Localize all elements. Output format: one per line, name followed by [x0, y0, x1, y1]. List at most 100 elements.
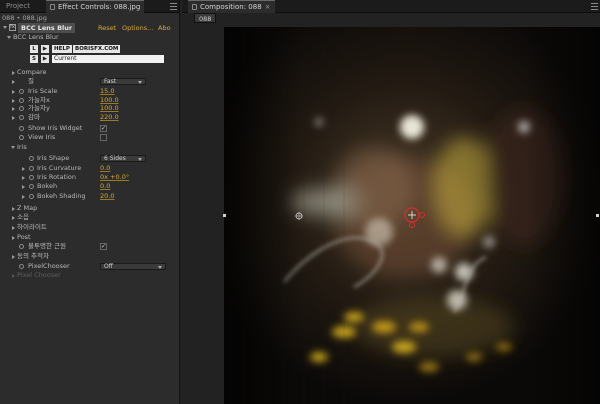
- param-row-aspect-y: 가늘자y 100.0: [0, 104, 180, 113]
- param-label: Iris Curvature: [37, 164, 82, 172]
- stopwatch-icon[interactable]: [29, 156, 34, 161]
- left-tab-bar: Project Effect Controls: 088.jpg: [0, 0, 179, 13]
- expand-triangle-icon[interactable]: [12, 107, 15, 111]
- borisfx-link-button[interactable]: BORISFX.COM: [73, 45, 121, 53]
- param-row-gain: 감마 220.0: [0, 113, 180, 122]
- iris-scale-value[interactable]: 15.0: [100, 87, 114, 96]
- stopwatch-icon[interactable]: [19, 98, 24, 103]
- expand-triangle-icon[interactable]: [12, 71, 15, 75]
- param-label: Pixel Chooser: [17, 271, 61, 279]
- breadcrumb: 088 • 088.jpg: [2, 14, 47, 22]
- iris-curvature-value[interactable]: 0.0: [100, 164, 110, 173]
- composition-viewer[interactable]: [224, 27, 600, 404]
- gain-value[interactable]: 220.0: [100, 113, 119, 122]
- expand-triangle-icon[interactable]: [12, 216, 15, 220]
- param-label: 가늘자y: [28, 104, 50, 112]
- about-button[interactable]: Abo: [158, 23, 171, 33]
- expand-triangle-icon[interactable]: [22, 167, 25, 171]
- param-row-iris-scale: Iris Scale 15.0: [0, 87, 180, 96]
- expand-triangle-icon[interactable]: [12, 99, 15, 103]
- iris-rotate-handle-icon[interactable]: [419, 212, 425, 218]
- reset-button[interactable]: Reset: [98, 23, 116, 33]
- param-group-noise: 소음: [0, 213, 180, 222]
- expand-triangle-icon[interactable]: [12, 116, 15, 120]
- stopwatch-icon[interactable]: [29, 184, 34, 189]
- anchor-point-icon[interactable]: [295, 212, 303, 220]
- stopwatch-icon[interactable]: [19, 264, 24, 269]
- lock-icon[interactable]: [50, 4, 55, 10]
- expand-triangle-icon[interactable]: [22, 195, 25, 199]
- collapse-triangle-icon[interactable]: [3, 26, 7, 29]
- pixel-chooser-dropdown[interactable]: Off: [100, 263, 166, 270]
- stopwatch-icon[interactable]: [19, 106, 24, 111]
- layer-handle-left[interactable]: [223, 214, 226, 217]
- show-iris-widget-checkbox[interactable]: ✓: [100, 125, 107, 132]
- tab-composition-label: Composition: 088: [200, 3, 262, 11]
- effect-controls-panel: Project Effect Controls: 088.jpg 088 • 0…: [0, 0, 180, 404]
- expand-triangle-icon[interactable]: [22, 176, 25, 180]
- tab-composition[interactable]: Composition: 088 ×: [188, 0, 275, 13]
- stopwatch-icon[interactable]: [19, 126, 24, 131]
- stopwatch-icon[interactable]: [19, 244, 24, 249]
- right-tab-bar: Composition: 088 ×: [182, 0, 600, 13]
- param-row-compare: Compare: [0, 68, 180, 77]
- lock-icon[interactable]: [192, 4, 197, 10]
- bokeh-value[interactable]: 0.0: [100, 182, 110, 191]
- stopwatch-icon[interactable]: [19, 89, 24, 94]
- panel-menu-icon[interactable]: [170, 3, 177, 10]
- aspect-y-value[interactable]: 100.0: [100, 104, 119, 113]
- expand-triangle-icon[interactable]: [12, 90, 15, 94]
- options-button[interactable]: Options...: [122, 23, 153, 33]
- stopwatch-icon[interactable]: [29, 166, 34, 171]
- param-label: 감마: [28, 113, 40, 121]
- group-label: Post: [17, 233, 31, 241]
- composition-sub-tab[interactable]: 088: [194, 13, 217, 23]
- quality-dropdown[interactable]: Fast: [100, 78, 146, 85]
- param-label: PixelChooser: [28, 262, 70, 270]
- iris-shape-dropdown[interactable]: 6 Sides: [100, 155, 146, 162]
- expand-triangle-icon[interactable]: [12, 236, 15, 240]
- preset-arrow-icon[interactable]: ▶: [41, 55, 49, 63]
- current-preset-field[interactable]: Current: [52, 55, 164, 63]
- param-row-pixel-chooser-disabled: Pixel Chooser: [0, 271, 180, 280]
- iris-rotation-value[interactable]: 0x +0.0°: [100, 173, 129, 182]
- iris-scale-handle-icon[interactable]: [409, 222, 415, 228]
- view-iris-checkbox[interactable]: [100, 134, 107, 141]
- effect-name[interactable]: BCC Lens Blur: [18, 23, 76, 33]
- collapse-triangle-icon[interactable]: [7, 36, 11, 39]
- expand-triangle-icon: [12, 274, 15, 278]
- collapse-triangle-icon[interactable]: [11, 146, 15, 149]
- tab-project[interactable]: Project: [2, 0, 34, 13]
- param-row-bokeh-shading: Bokeh Shading 20.0: [0, 192, 180, 201]
- preset-arrow-icon[interactable]: ▶: [41, 45, 49, 53]
- param-label: Bokeh Shading: [37, 192, 86, 200]
- tab-effect-controls[interactable]: Effect Controls: 088.jpg: [46, 0, 145, 13]
- param-group-motion-tracker: 동의 추적자: [0, 252, 180, 261]
- expand-triangle-icon[interactable]: [12, 80, 15, 84]
- load-preset-button[interactable]: L: [30, 45, 38, 53]
- group-label: 동의 추적자: [17, 252, 49, 260]
- param-label: Iris Rotation: [37, 173, 77, 181]
- help-button[interactable]: HELP: [52, 45, 72, 53]
- group-label: 하이라이트: [17, 223, 47, 231]
- close-icon[interactable]: ×: [265, 3, 271, 11]
- stopwatch-icon[interactable]: [19, 115, 24, 120]
- stopwatch-icon[interactable]: [29, 194, 34, 199]
- save-preset-button[interactable]: S: [30, 55, 38, 63]
- param-label: Bokeh: [37, 182, 58, 190]
- expand-triangle-icon[interactable]: [12, 207, 15, 211]
- bokeh-shading-value[interactable]: 20.0: [100, 192, 114, 201]
- preset-title: BCC Lens Blur: [13, 33, 59, 41]
- opaque-source-checkbox[interactable]: ✓: [100, 243, 107, 250]
- panel-menu-icon[interactable]: [591, 3, 598, 10]
- stopwatch-icon[interactable]: [29, 175, 34, 180]
- expand-triangle-icon[interactable]: [12, 226, 15, 230]
- iris-widget[interactable]: [224, 27, 600, 404]
- tab-effect-controls-label: Effect Controls: 088.jpg: [58, 3, 141, 11]
- stopwatch-icon[interactable]: [19, 135, 24, 140]
- layer-handle-right[interactable]: [596, 214, 599, 217]
- param-row-opaque-source: 불투명한 근원 ✓: [0, 242, 180, 251]
- expand-triangle-icon[interactable]: [22, 185, 25, 189]
- fx-toggle-icon[interactable]: fx: [9, 24, 16, 31]
- expand-triangle-icon[interactable]: [12, 255, 15, 259]
